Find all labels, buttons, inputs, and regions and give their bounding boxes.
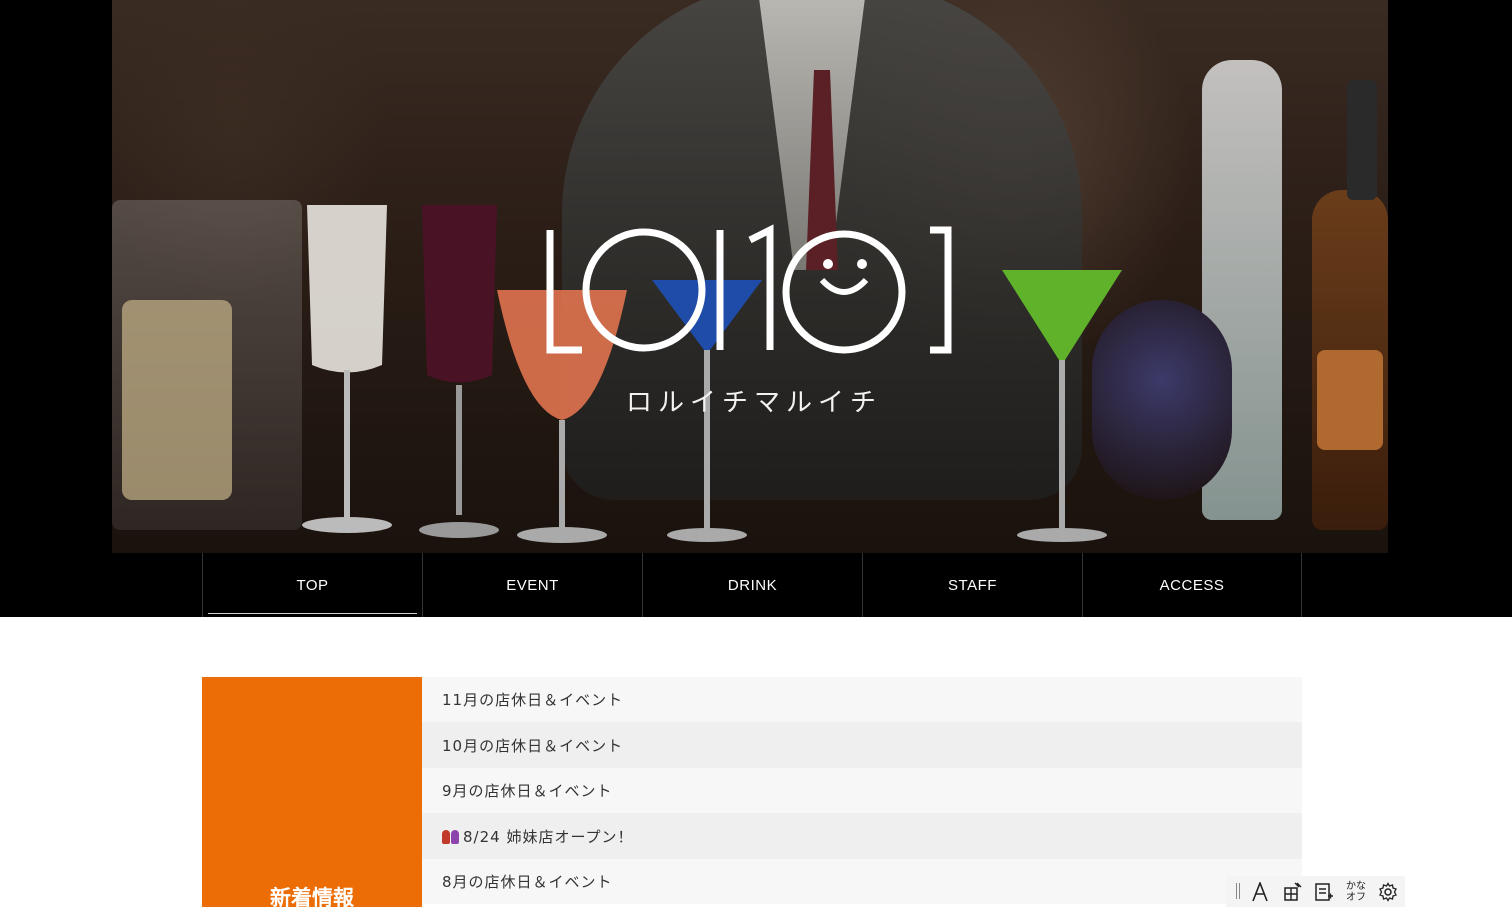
hero-image: ロルイチマルイチ [112,0,1388,553]
news-item-label: 8月の店休日＆イベント [442,873,613,891]
news-item[interactable]: 10月の店休日＆イベント [422,722,1302,768]
women-emoji-icon [442,828,460,844]
logo-subtitle: ロルイチマルイチ [626,388,883,418]
ruby-icon[interactable] [1276,876,1308,907]
news-title: 新着情報 [270,886,354,910]
champagne-label [122,300,232,500]
site-logo[interactable]: ロルイチマルイチ [544,222,954,422]
bottle-neck [1347,80,1377,200]
news-item-label: 10月の店休日＆イベント [442,736,624,755]
bottle-label [1317,350,1383,450]
reading-icon[interactable] [1308,876,1340,907]
news-heading-panel: 新着情報 [202,677,422,910]
nav-item-access[interactable]: ACCESS [1082,553,1302,617]
nav-item-event[interactable]: EVENT [422,553,642,617]
logo-mark [546,224,952,354]
news-item-label: 11月の店休日＆イベント [442,691,624,709]
news-item-label: 8/24 姉妹店オープン！ [463,827,634,846]
main-nav: TOP EVENT DRINK STAFF ACCESS [202,553,1302,617]
news-list: 11月の店休日＆イベント 10月の店休日＆イベント 9月の店休日＆イベント 8/… [422,677,1302,904]
kana-toggle[interactable]: かな オフ [1340,876,1372,907]
grip-icon[interactable] [1232,882,1244,901]
settings-icon[interactable] [1372,876,1404,907]
ime-toolbar: かな オフ [1226,876,1405,907]
nav-item-drink[interactable]: DRINK [642,553,862,617]
nav-item-staff[interactable]: STAFF [862,553,1082,617]
news-item[interactable]: 8月の店休日＆イベント [422,859,1302,904]
news-item[interactable]: 8/24 姉妹店オープン！ [422,813,1302,859]
news-item-label: 9月の店休日＆イベント [442,782,613,800]
news-item[interactable]: 9月の店休日＆イベント [422,768,1302,813]
font-icon[interactable] [1244,876,1276,907]
kana-toggle-label: かな オフ [1346,880,1366,903]
nav-item-top[interactable]: TOP [202,553,422,617]
glass-white [302,205,392,533]
glass-green [1002,270,1122,542]
news-item[interactable]: 11月の店休日＆イベント [422,677,1302,722]
